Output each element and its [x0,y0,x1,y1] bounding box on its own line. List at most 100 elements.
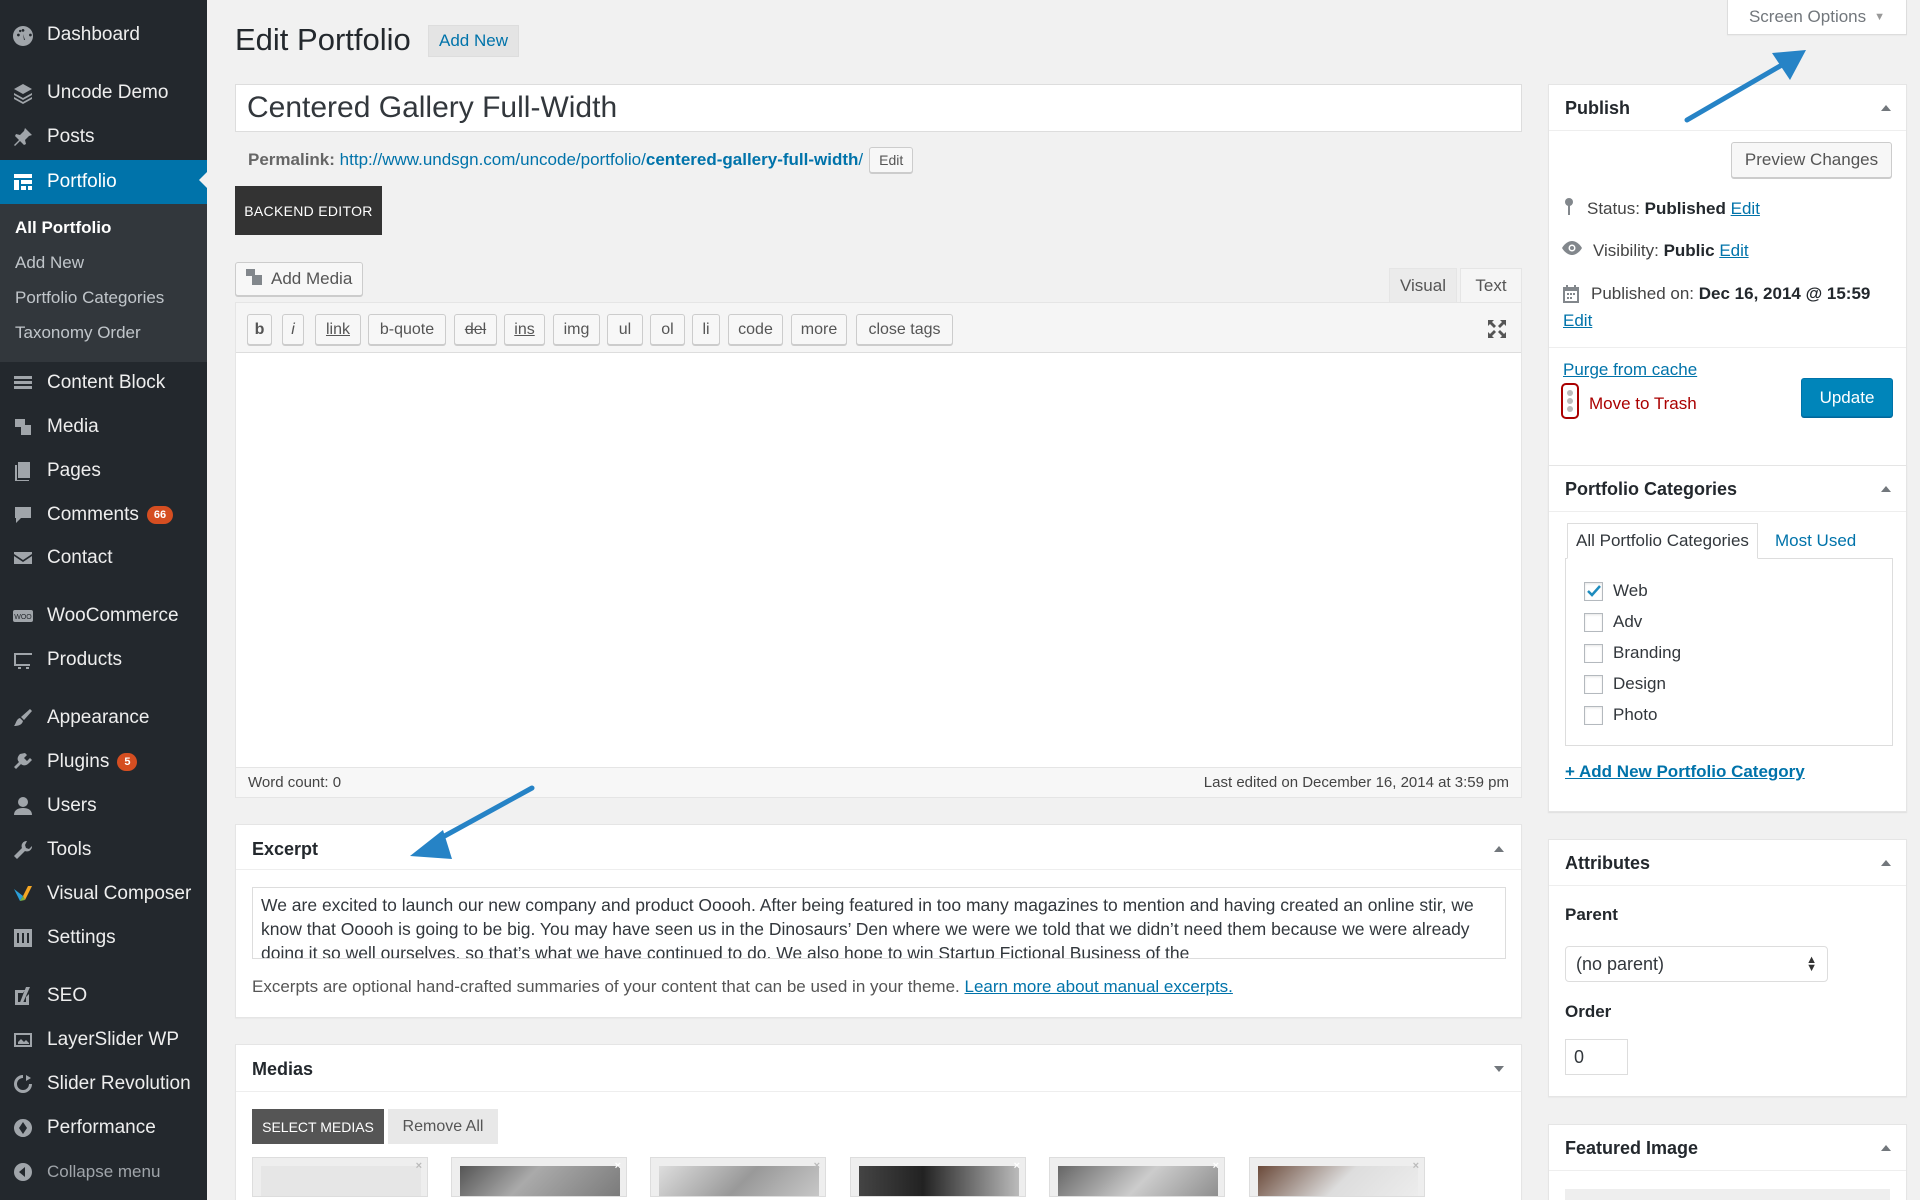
preview-changes-button[interactable]: Preview Changes [1731,142,1892,178]
menu-label: Tools [47,839,92,860]
collapse-toggle-icon[interactable] [1494,1066,1504,1072]
checkbox[interactable] [1584,612,1603,632]
update-button[interactable]: Update [1801,378,1893,417]
collapse-menu-button[interactable]: Collapse menu [0,1152,207,1192]
menu-item-users[interactable]: Users [0,786,207,826]
select-medias-button[interactable]: SELECT MEDIAS [252,1109,384,1144]
visibility-edit-link[interactable]: Edit [1719,241,1748,260]
menu-item-woocommerce[interactable]: WOO WooCommerce [0,596,207,636]
remove-thumb-icon[interactable]: × [416,1160,422,1172]
qt-bold-button[interactable]: b [247,314,272,345]
media-thumbnail[interactable]: × [1249,1157,1425,1197]
media-thumbnail[interactable]: × [650,1157,826,1197]
featured-image-title: Featured Image [1565,1138,1699,1158]
menu-item-media[interactable]: Media [0,407,207,447]
checkbox[interactable] [1584,643,1603,663]
add-new-button[interactable]: Add New [428,25,519,57]
permalink-base: http://www.undsgn.com/uncode/portfolio/ [339,150,646,169]
collapse-toggle-icon[interactable] [1881,1145,1891,1151]
menu-item-performance[interactable]: Performance [0,1108,207,1148]
fullscreen-icon[interactable] [1486,318,1508,345]
checkbox[interactable] [1584,674,1603,694]
category-item-web[interactable]: Web [1584,581,1648,601]
qt-close-tags-button[interactable]: close tags [856,314,953,345]
menu-item-products[interactable]: Products [0,640,207,680]
category-item-photo[interactable]: Photo [1584,705,1657,725]
collapse-toggle-icon[interactable] [1494,846,1504,852]
collapse-toggle-icon[interactable] [1881,486,1891,492]
menu-item-layerslider[interactable]: LayerSlider WP [0,1020,207,1060]
checkbox[interactable] [1584,705,1603,725]
submenu-taxonomy-order[interactable]: Taxonomy Order [15,323,141,343]
media-thumbnail[interactable]: × [451,1157,627,1197]
category-item-design[interactable]: Design [1584,674,1666,694]
menu-item-seo[interactable]: SEO [0,976,207,1016]
qt-img-button[interactable]: img [553,314,600,345]
submenu-portfolio-categories[interactable]: Portfolio Categories [15,288,164,308]
qt-more-button[interactable]: more [791,314,847,345]
menu-label: Settings [47,927,116,948]
remove-thumb-icon[interactable]: × [1413,1160,1419,1172]
remove-thumb-icon[interactable]: × [1014,1160,1020,1172]
order-input[interactable]: 0 [1565,1039,1628,1075]
backend-editor-button[interactable]: BACKEND EDITOR [235,186,382,235]
checkbox-checked[interactable] [1584,581,1603,601]
menu-item-plugins[interactable]: Plugins 5 [0,742,207,782]
qt-link-button[interactable]: link [315,314,361,345]
qt-ins-button[interactable]: ins [504,314,545,345]
permalink-edit-button[interactable]: Edit [869,147,914,173]
menu-item-contact[interactable]: Contact [0,538,207,578]
remove-thumb-icon[interactable]: × [615,1160,621,1172]
media-thumbnail[interactable]: × [1049,1157,1225,1197]
submenu-all-portfolio[interactable]: All Portfolio [15,218,111,238]
status-edit-link[interactable]: Edit [1731,199,1760,218]
admin-sidebar: Dashboard Uncode Demo Posts Portfolio Al… [0,0,207,1200]
parent-select[interactable]: (no parent) ▲ ▼ [1565,946,1828,982]
qt-li-button[interactable]: li [692,314,720,345]
remove-thumb-icon[interactable]: × [814,1160,820,1172]
excerpt-learn-more-link[interactable]: Learn more about manual excerpts. [965,977,1233,996]
add-new-category-link[interactable]: + Add New Portfolio Category [1565,762,1805,782]
menu-item-content-block[interactable]: Content Block [0,363,207,403]
submenu-add-new[interactable]: Add New [15,253,84,273]
qt-italic-button[interactable]: i [282,314,304,345]
excerpt-textarea[interactable]: We are excited to launch our new company… [252,887,1506,959]
category-item-branding[interactable]: Branding [1584,643,1681,663]
menu-item-slider-revolution[interactable]: Slider Revolution [0,1064,207,1104]
category-item-adv[interactable]: Adv [1584,612,1642,632]
remove-all-button[interactable]: Remove All [388,1109,498,1144]
menu-item-portfolio[interactable]: Portfolio [0,160,207,204]
remove-thumb-icon[interactable]: × [1213,1160,1219,1172]
post-title-input[interactable]: Centered Gallery Full-Width [235,84,1522,132]
qt-del-button[interactable]: del [454,314,497,345]
tab-all-categories[interactable]: All Portfolio Categories [1567,523,1758,559]
qt-ul-button[interactable]: ul [607,314,643,345]
move-to-trash-link[interactable]: Move to Trash [1561,383,1697,424]
menu-item-pages[interactable]: Pages [0,451,207,491]
tab-visual[interactable]: Visual [1389,268,1457,302]
tab-text[interactable]: Text [1460,268,1522,302]
qt-ol-button[interactable]: ol [650,314,685,345]
collapse-toggle-icon[interactable] [1881,860,1891,866]
menu-item-visual-composer[interactable]: Visual Composer [0,874,207,914]
menu-item-appearance[interactable]: Appearance [0,698,207,738]
menu-item-tools[interactable]: Tools [0,830,207,870]
media-thumbnail[interactable]: × [252,1157,428,1197]
screen-options-button[interactable]: Screen Options ▼ [1727,0,1907,35]
add-media-button[interactable]: Add Media [235,262,364,296]
menu-item-comments[interactable]: Comments 66 [0,495,207,535]
menu-item-uncode-demo[interactable]: Uncode Demo [0,73,207,113]
menu-item-settings[interactable]: Settings [0,918,207,958]
collapse-toggle-icon[interactable] [1881,105,1891,111]
permalink-link[interactable]: http://www.undsgn.com/uncode/portfolio/c… [340,150,863,170]
tab-most-used[interactable]: Most Used [1767,523,1864,559]
qt-code-button[interactable]: code [728,314,783,345]
user-icon [11,795,35,817]
featured-image-placeholder[interactable] [1565,1189,1890,1200]
media-thumbnail[interactable]: × [850,1157,1026,1197]
published-edit-link[interactable]: Edit [1563,311,1592,331]
purge-cache-link[interactable]: Purge from cache [1563,360,1697,380]
menu-item-posts[interactable]: Posts [0,117,207,157]
qt-bquote-button[interactable]: b-quote [368,314,446,345]
menu-item-dashboard[interactable]: Dashboard [0,15,207,55]
